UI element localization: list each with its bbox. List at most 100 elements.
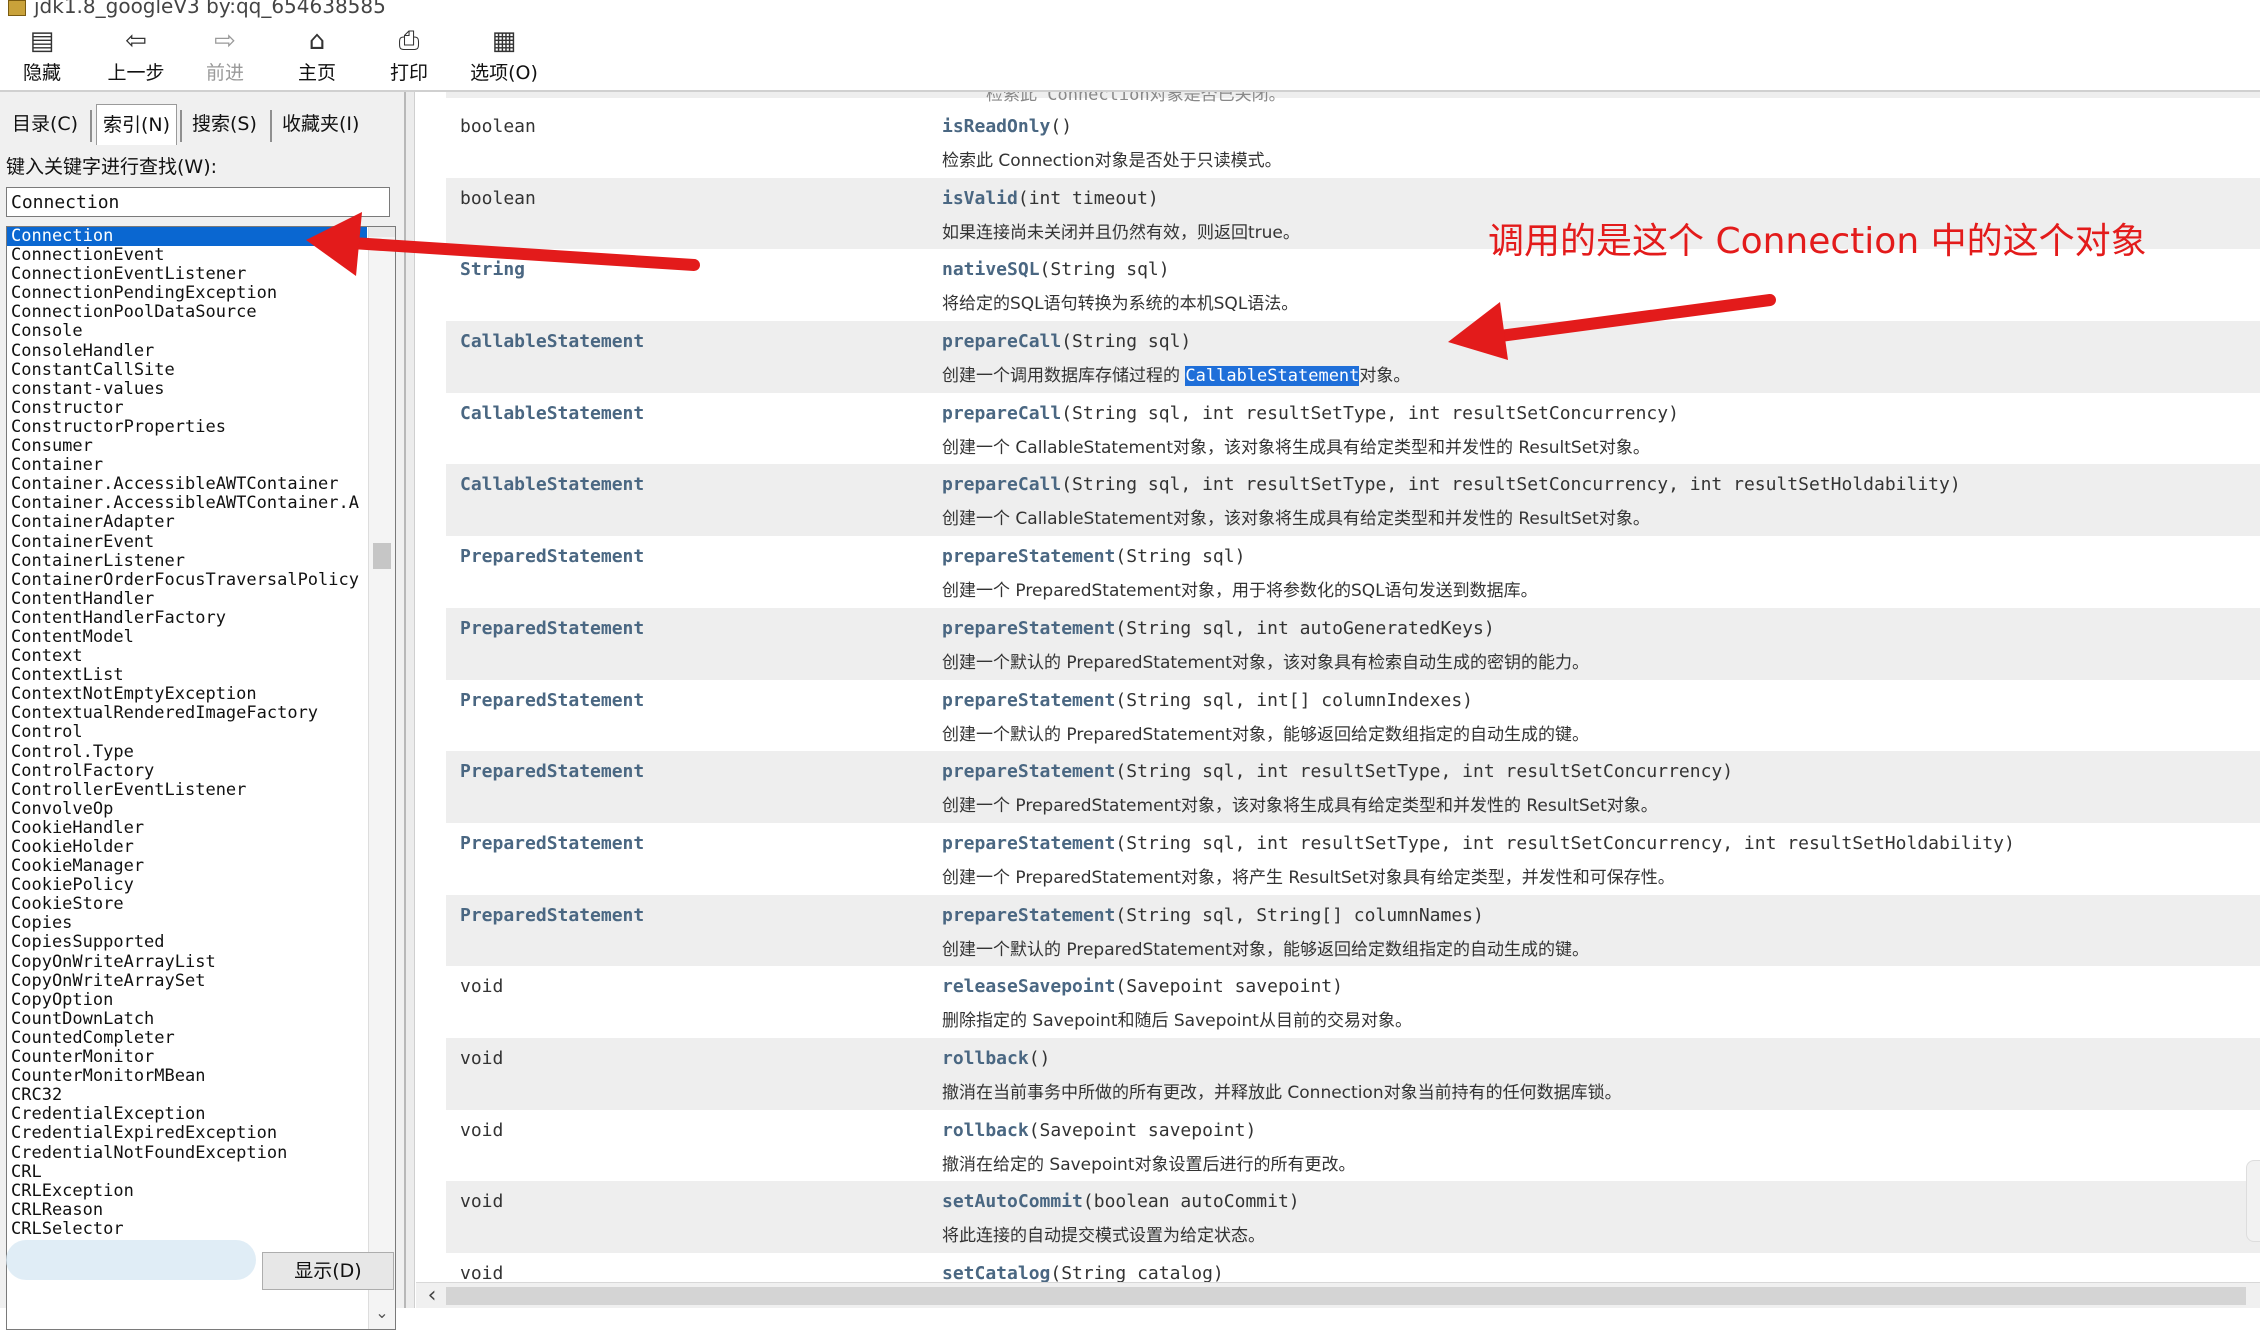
return-type[interactable]: PreparedStatement [460,905,644,926]
index-list-item[interactable]: CRLSelector [7,1220,367,1239]
index-list-item[interactable]: CRC32 [7,1086,367,1105]
index-list-item[interactable]: ContainerListener [7,552,367,571]
method-link[interactable]: prepareCall [942,331,1061,352]
index-list-item[interactable]: ConnectionEventListener [7,265,367,284]
tab-1[interactable]: 索引(N) [96,104,178,145]
method-link[interactable]: isReadOnly [942,116,1050,137]
method-link[interactable]: prepareStatement [942,618,1115,639]
index-list-item[interactable]: Connection [7,227,367,247]
horizontal-scrollbar[interactable]: ‹ [416,1282,2260,1308]
tab-0[interactable]: 目录(C) [6,104,84,144]
return-type[interactable]: PreparedStatement [460,761,644,782]
return-type[interactable]: PreparedStatement [460,833,644,854]
method-link[interactable]: rollback [942,1048,1029,1069]
index-list-item[interactable]: CredentialNotFoundException [7,1144,367,1163]
index-list-item[interactable]: CRLException [7,1182,367,1201]
index-list-item[interactable]: ConnectionPoolDataSource [7,303,367,322]
index-list-item[interactable]: CountedCompleter [7,1029,367,1048]
chevron-left-icon[interactable]: ‹ [422,1283,442,1308]
return-type[interactable]: CallableStatement [460,403,644,424]
index-list-item[interactable]: ContentHandler [7,590,367,609]
index-list-item[interactable]: CountDownLatch [7,1010,367,1029]
index-list-item[interactable]: ControlFactory [7,762,367,781]
index-list-item[interactable]: Container [7,456,367,475]
index-list[interactable]: Connection ConnectionEvent ConnectionEvent… [6,226,396,1330]
index-list-item[interactable]: CookieManager [7,857,367,876]
method-link[interactable]: releaseSavepoint [942,976,1115,997]
index-list-item[interactable]: CounterMonitorMBean [7,1067,367,1086]
index-list-item[interactable]: Control [7,723,367,742]
tab-3[interactable]: 收藏夹(I) [276,104,365,144]
index-list-item[interactable]: Context [7,647,367,666]
index-list-item[interactable]: ControllerEventListener [7,781,367,800]
index-list-item[interactable]: Container.AccessibleAWTContainer.A [7,494,367,513]
toolbar-button-3[interactable]: ⌂ 主页 [292,24,342,88]
index-list-item[interactable]: ContextualRenderedImageFactory [7,704,367,723]
index-list-item[interactable]: ConsoleHandler [7,342,367,361]
tab-2[interactable]: 搜索(S) [186,104,263,144]
index-list-item[interactable]: Copies [7,914,367,933]
index-list-item[interactable]: ContainerOrderFocusTraversalPolicy [7,571,367,590]
toolbar-button-5[interactable]: ▦ 选项(O) [464,24,544,88]
index-list-item[interactable]: CookieHandler [7,819,367,838]
pane-splitter[interactable] [406,92,415,1308]
index-list-item[interactable]: ContextNotEmptyException [7,685,367,704]
index-list-item[interactable]: ConnectionEvent [7,246,367,265]
index-list-item[interactable]: CounterMonitor [7,1048,367,1067]
return-type[interactable]: PreparedStatement [460,618,644,639]
method-link[interactable]: prepareStatement [942,833,1115,854]
index-list-item[interactable]: ContainerEvent [7,533,367,552]
index-list-item[interactable]: Consumer [7,437,367,456]
index-list-item[interactable]: CopyOnWriteArraySet [7,972,367,991]
index-list-item[interactable]: ContentHandlerFactory [7,609,367,628]
index-list-item[interactable]: CopiesSupported [7,933,367,952]
index-list-item[interactable]: Constructor [7,399,367,418]
return-type[interactable]: CallableStatement [460,331,644,352]
method-link[interactable]: prepareStatement [942,546,1115,567]
index-list-item[interactable]: ContainerAdapter [7,513,367,532]
chevron-down-icon[interactable]: ⌄ [369,1301,395,1325]
index-list-item[interactable]: ContentModel [7,628,367,647]
hscroll-thumb[interactable] [446,1287,2246,1305]
index-list-item[interactable]: CookiePolicy [7,876,367,895]
show-button[interactable]: 显示(D) [262,1252,394,1290]
method-link[interactable]: prepareCall [942,403,1061,424]
return-type[interactable]: PreparedStatement [460,546,644,567]
index-list-item[interactable]: Container.AccessibleAWTContainer [7,475,367,494]
method-link[interactable]: prepareCall [942,474,1061,495]
index-list-item[interactable]: ContextList [7,666,367,685]
toolbar-button-4[interactable]: ⎙ 打印 [384,24,434,88]
scroll-up-icon[interactable] [369,227,395,237]
index-list-item[interactable]: ConstructorProperties [7,418,367,437]
index-list-item[interactable]: CredentialException [7,1105,367,1124]
toolbar-button-1[interactable]: ⇦ 上一步 [96,24,176,88]
return-type[interactable]: CallableStatement [460,474,644,495]
index-list-item[interactable]: ConvolveOp [7,800,367,819]
method-link[interactable]: prepareStatement [942,690,1115,711]
method-link[interactable]: setCatalog [942,1263,1050,1284]
side-handle[interactable] [2246,1160,2260,1242]
index-list-item[interactable]: CookieHolder [7,838,367,857]
index-list-item[interactable]: CRL [7,1163,367,1182]
method-link[interactable]: setAutoCommit [942,1191,1083,1212]
toolbar-button-0[interactable]: ▤ 隐藏 [14,24,70,88]
index-list-item[interactable]: CookieStore [7,895,367,914]
index-list-item[interactable]: Console [7,322,367,341]
index-list-item[interactable]: Control.Type [7,743,367,762]
index-list-item[interactable]: CopyOnWriteArrayList [7,953,367,972]
method-link[interactable]: nativeSQL [942,259,1040,280]
scroll-thumb[interactable] [373,543,391,569]
method-link[interactable]: prepareStatement [942,761,1115,782]
return-type[interactable]: PreparedStatement [460,690,644,711]
index-list-item[interactable]: CRLReason [7,1201,367,1220]
return-type[interactable]: String [460,259,525,280]
index-scrollbar[interactable]: ⌄ [368,227,395,1329]
index-list-item[interactable]: constant-values [7,380,367,399]
index-list-item[interactable]: CopyOption [7,991,367,1010]
method-link[interactable]: rollback [942,1120,1029,1141]
method-link[interactable]: isValid [942,188,1018,209]
index-list-item[interactable]: ConstantCallSite [7,361,367,380]
keyword-search-input[interactable] [6,187,390,217]
method-link[interactable]: prepareStatement [942,905,1115,926]
index-list-item[interactable]: CredentialExpiredException [7,1124,367,1143]
